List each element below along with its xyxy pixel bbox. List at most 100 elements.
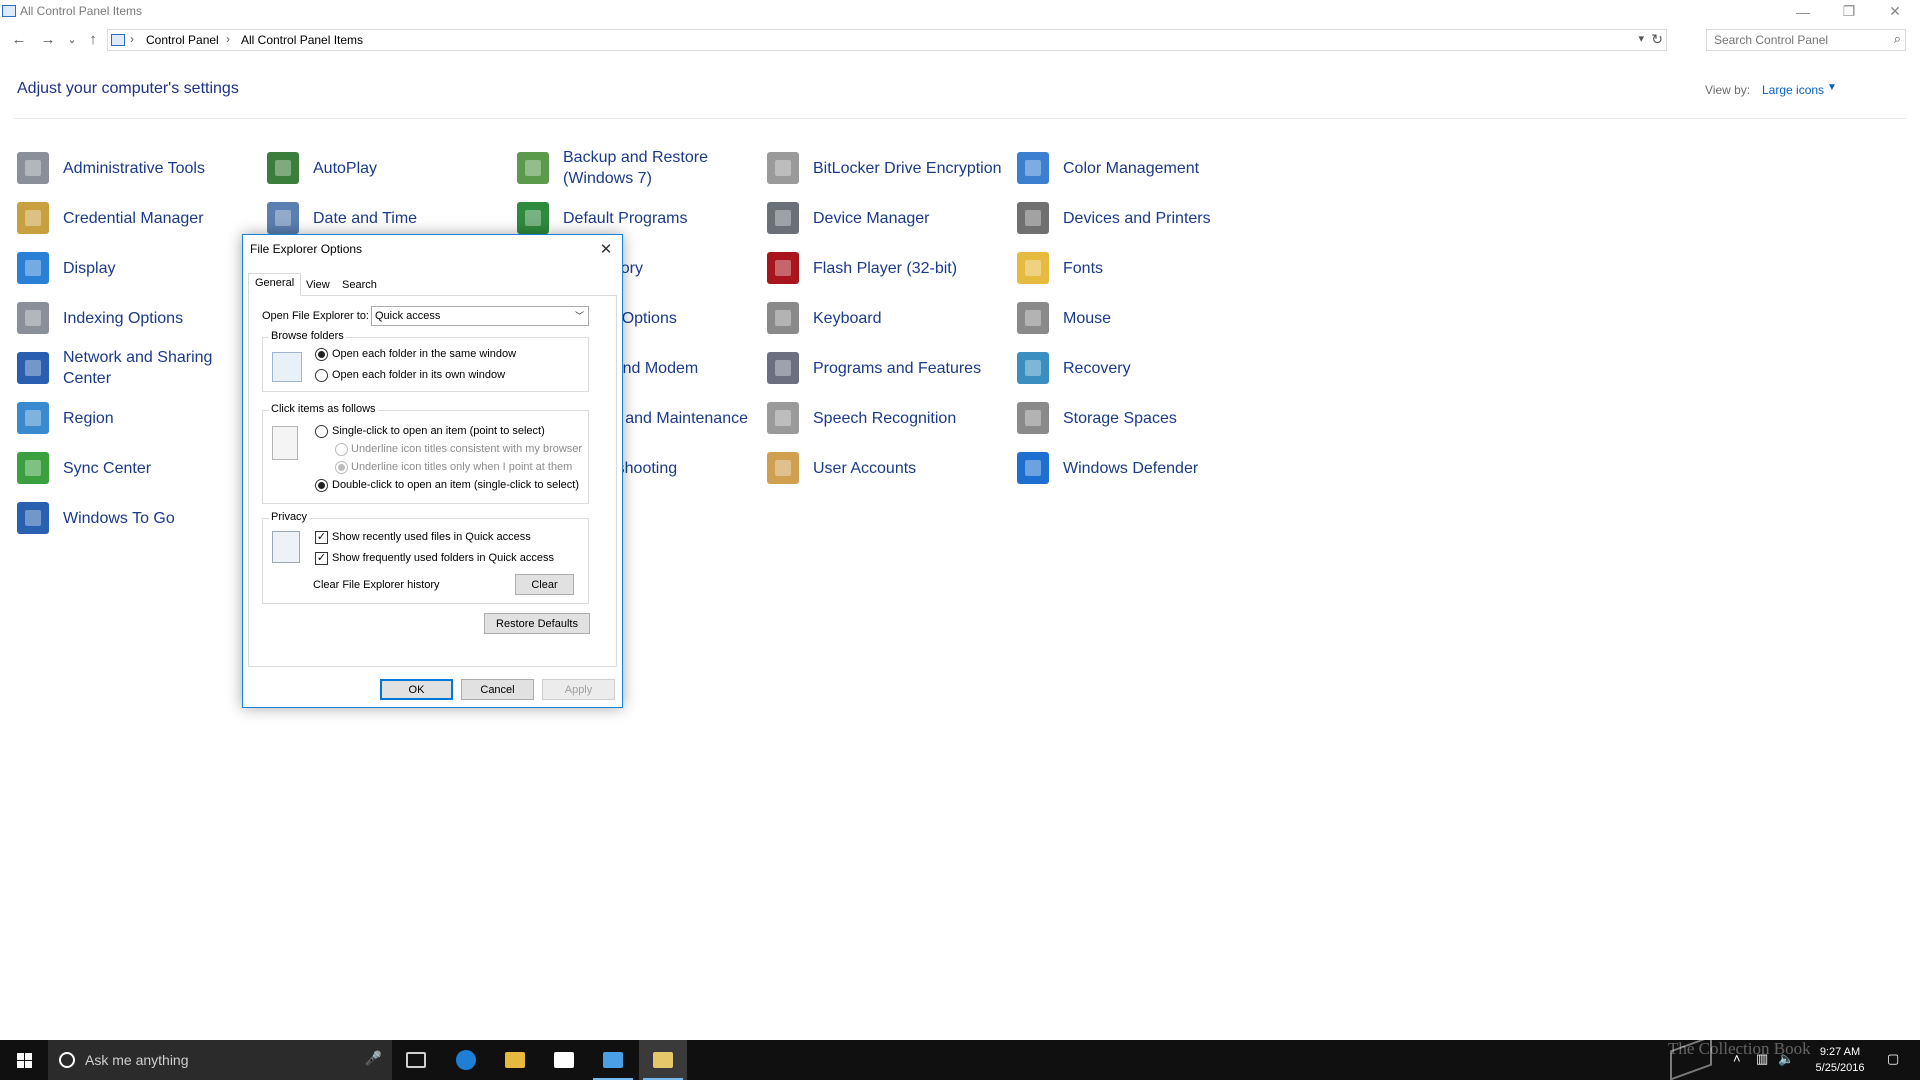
frequent-folders-label[interactable]: Show frequently used folders in Quick ac… [332,552,554,564]
control-panel-item[interactable]: Storage Spaces [1013,398,1177,438]
taskbar-app-task-view[interactable] [392,1040,440,1080]
browse-folders-group: Browse folders Open each folder in the s… [262,330,589,392]
ok-button[interactable]: OK [380,679,453,700]
control-panel-item[interactable]: BitLocker Drive Encryption [763,148,1002,188]
radio-single-click[interactable] [315,425,328,438]
control-panel-item[interactable]: Keyboard [763,298,882,338]
control-panel-item[interactable]: Network and Sharing Center [13,348,212,388]
taskbar-app-store[interactable] [540,1040,588,1080]
double-click-label[interactable]: Double-click to open an item (single-cli… [332,479,579,491]
control-panel-item[interactable]: Sync Center [13,448,151,488]
tab-search[interactable]: Search [335,275,384,295]
navigation-bar: ← → ⌄ ↑ › Control Panel › All Control Pa… [0,26,1920,52]
chevron-down-icon[interactable]: ▼ [1827,82,1837,93]
control-panel-item[interactable]: Programs and Features [763,348,981,388]
taskbar-app-edge[interactable] [442,1040,490,1080]
address-bar[interactable]: › Control Panel › All Control Panel Item… [107,29,1667,51]
radio-double-click[interactable] [315,479,328,492]
control-panel-item[interactable]: Default Programs [513,198,688,238]
control-panel-item[interactable]: AutoPlay [263,148,377,188]
control-panel-item[interactable]: Display [13,248,115,288]
header-divider [14,118,1906,119]
search-icon[interactable]: ⌕ [1894,31,1901,47]
dialog-title: File Explorer Options [250,242,363,256]
restore-button[interactable]: ❐ [1826,0,1872,23]
clock[interactable]: 9:27 AM 5/25/2016 [1800,1044,1880,1076]
folder-window-icon [272,352,302,382]
cortana-placeholder: Ask me anything [85,1052,189,1068]
control-panel-item[interactable]: Fonts [1013,248,1103,288]
control-panel-item-label: Backup and Restore (Windows 7) [563,149,708,187]
control-panel-item[interactable]: Windows To Go [13,498,175,538]
radio-same-window[interactable] [315,348,328,361]
device-manager-icon [767,202,799,234]
mouse-icon [1017,302,1049,334]
control-panel-item[interactable]: Credential Manager [13,198,204,238]
tab-general[interactable]: General [248,273,302,296]
clear-history-label: Clear File Explorer history [313,579,440,591]
backup-restore-icon [517,152,549,184]
control-panel-item[interactable]: Backup and Restore (Windows 7) [513,148,708,188]
control-panel-item[interactable]: Mouse [1013,298,1111,338]
forward-button[interactable]: → [37,28,59,50]
checkbox-frequent-folders[interactable]: ✓ [315,552,328,565]
apply-button[interactable]: Apply [542,679,615,700]
search-box[interactable]: ⌕ [1706,29,1906,51]
tab-view[interactable]: View [299,275,337,295]
own-window-label[interactable]: Open each folder in its own window [332,369,505,381]
restore-defaults-button[interactable]: Restore Defaults [484,613,590,634]
control-panel-item[interactable]: Devices and Printers [1013,198,1211,238]
checkbox-recent-files[interactable]: ✓ [315,531,328,544]
taskbar: Ask me anything 🎤 ˄ ▥ 🔈 9:27 AM 5/25/201… [0,1040,1920,1080]
default-programs-icon [517,202,549,234]
control-panel-item-label: Indexing Options [63,309,184,327]
browse-folders-title: Browse folders [269,330,346,342]
control-panel-item[interactable]: Indexing Options [13,298,183,338]
clear-button[interactable]: Clear [515,574,574,595]
taskbar-app-file-explorer[interactable] [491,1040,539,1080]
up-button[interactable]: ↑ [82,28,104,50]
cortana-search-box[interactable]: Ask me anything 🎤 [48,1040,392,1080]
date-time-icon [267,202,299,234]
radio-own-window[interactable] [315,369,328,382]
control-panel-item[interactable]: Administrative Tools [13,148,205,188]
dialog-close-button[interactable]: ✕ [590,235,622,263]
control-panel-item-label: Fonts [1063,259,1104,277]
control-panel-item[interactable]: Device Manager [763,198,930,238]
single-click-label[interactable]: Single-click to open an item (point to s… [332,425,545,437]
taskbar-app-file-explorer-options[interactable] [639,1040,687,1080]
microphone-icon[interactable]: 🎤 [365,1050,382,1067]
control-panel-item[interactable]: Recovery [1013,348,1131,388]
breadcrumb-control-panel[interactable]: Control Panel [146,33,219,47]
control-panel-item-label: Recovery [1063,359,1131,377]
underline-point-label: Underline icon titles only when I point … [351,461,573,473]
back-button[interactable]: ← [8,28,30,50]
recent-files-label[interactable]: Show recently used files in Quick access [332,531,531,543]
recent-locations-button[interactable]: ⌄ [61,28,83,50]
cancel-button[interactable]: Cancel [461,679,534,700]
same-window-label[interactable]: Open each folder in the same window [332,348,516,360]
control-panel-item[interactable]: Flash Player (32-bit) [763,248,957,288]
breadcrumb-separator: › [130,32,134,46]
address-dropdown-icon[interactable]: ▾ [1638,32,1644,45]
start-button[interactable] [0,1040,48,1080]
control-panel-item-label: User Accounts [813,459,917,477]
taskbar-app-control-panel[interactable] [589,1040,637,1080]
view-by-dropdown[interactable]: Large icons [1762,83,1824,97]
control-panel-item[interactable]: Region [13,398,114,438]
breadcrumb-all-items[interactable]: All Control Panel Items [241,33,363,47]
breadcrumb-separator: › [226,32,230,46]
refresh-icon[interactable]: ↻ [1651,31,1663,48]
control-panel-item[interactable]: Windows Defender [1013,448,1198,488]
control-panel-item[interactable]: Color Management [1013,148,1199,188]
control-panel-item-label: Storage Spaces [1063,409,1177,427]
control-panel-item[interactable]: User Accounts [763,448,916,488]
search-input[interactable] [1707,30,1883,50]
close-button[interactable]: ✕ [1872,0,1918,23]
privacy-title: Privacy [269,511,310,523]
control-panel-item[interactable]: Date and Time [263,198,417,238]
control-panel-item[interactable]: Speech Recognition [763,398,956,438]
open-to-select[interactable]: Quick access ﹀ [371,306,589,326]
action-center-icon[interactable]: ▢ [1887,1051,1899,1067]
minimize-button[interactable]: — [1780,0,1826,23]
